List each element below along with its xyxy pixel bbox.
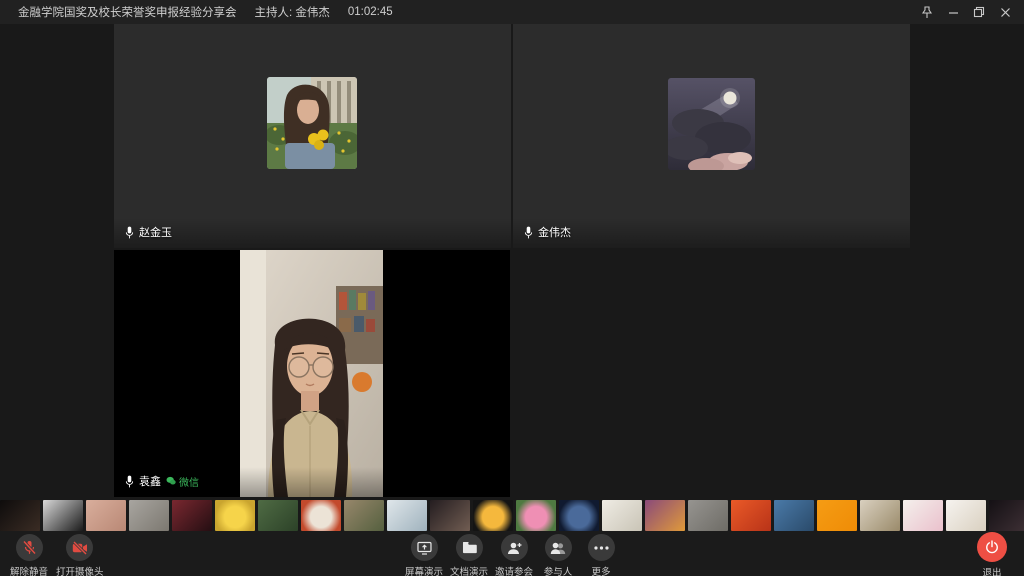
close-icon[interactable] (992, 0, 1018, 24)
participant-thumbnail[interactable] (817, 500, 857, 531)
more-button[interactable]: 更多 (583, 534, 619, 576)
participant-thumbnail[interactable] (989, 500, 1024, 531)
participant-thumbnail[interactable] (860, 500, 900, 531)
open-camera-label: 打开摄像头 (56, 564, 104, 576)
video-tile-zhaojinyu[interactable]: 赵金玉 (114, 24, 511, 248)
camera-video-feed (240, 250, 383, 497)
participant-thumbnail[interactable] (602, 500, 642, 531)
video-tile-yuanxin[interactable]: 袁鑫 微信 (114, 250, 510, 497)
participant-thumbnail[interactable] (172, 500, 212, 531)
minimize-icon[interactable] (940, 0, 966, 24)
participant-thumbnail[interactable] (129, 500, 169, 531)
participant-name: 金伟杰 (538, 224, 571, 240)
wechat-badge: 微信 (166, 474, 199, 489)
participant-thumbnail[interactable] (731, 500, 771, 531)
participant-name: 袁鑫 (139, 473, 161, 489)
participant-thumbnail[interactable] (559, 500, 599, 531)
participant-thumbnail[interactable] (688, 500, 728, 531)
participants-button[interactable]: 参与人 (540, 534, 576, 576)
pin-icon[interactable] (914, 0, 940, 24)
meeting-title: 金融学院国奖及校长荣誉奖申报经验分享会 (18, 4, 237, 20)
bottom-toolbar: 解除静音 打开摄像头 屏幕演示 文档演示 邀请参会 (0, 531, 1024, 576)
participants-icon (550, 541, 566, 555)
participant-thumbnail[interactable] (903, 500, 943, 531)
wechat-icon (166, 476, 176, 486)
elapsed-time: 01:02:45 (348, 6, 393, 18)
tile-bottom-shade (114, 218, 511, 248)
participant-thumbnail[interactable] (430, 500, 470, 531)
participant-thumbnail[interactable] (946, 500, 986, 531)
participants-label: 参与人 (544, 564, 573, 576)
doc-share-icon (461, 541, 476, 554)
meeting-titlebar: 金融学院国奖及校长荣誉奖申报经验分享会 主持人: 金伟杰 01:02:45 (0, 0, 1024, 24)
restore-icon[interactable] (966, 0, 992, 24)
participant-thumbnail[interactable] (43, 500, 83, 531)
mic-icon (125, 226, 134, 239)
participant-thumbnail[interactable] (645, 500, 685, 531)
video-tile-jinweijie[interactable]: 金伟杰 (513, 24, 910, 248)
meeting-actions: 屏幕演示 文档演示 邀请参会 参与人 更多 (405, 534, 619, 576)
participant-thumbnail[interactable] (387, 500, 427, 531)
mic-icon (524, 226, 533, 239)
invite-button[interactable]: 邀请参会 (495, 534, 533, 576)
screen-share-label: 屏幕演示 (405, 564, 443, 576)
window-controls (914, 0, 1018, 24)
participant-thumbnail[interactable] (258, 500, 298, 531)
avatar-image (668, 78, 755, 170)
host-label: 主持人: 金伟杰 (255, 4, 330, 20)
doc-share-button[interactable]: 文档演示 (450, 534, 488, 576)
more-icon (594, 546, 609, 550)
participant-thumbnail[interactable] (86, 500, 126, 531)
invite-label: 邀请参会 (495, 564, 533, 576)
open-camera-button[interactable]: 打开摄像头 (56, 534, 104, 576)
exit-button[interactable]: 退出 (974, 532, 1010, 576)
doc-share-label: 文档演示 (450, 564, 488, 576)
participant-thumbnail[interactable] (516, 500, 556, 531)
mic-icon (125, 475, 134, 488)
participant-name: 赵金玉 (139, 224, 172, 240)
participant-thumbnail[interactable] (344, 500, 384, 531)
unmute-label: 解除静音 (10, 564, 48, 576)
name-tag: 赵金玉 (125, 224, 172, 240)
tile-bottom-shade (513, 218, 910, 248)
participant-thumbnail[interactable] (0, 500, 40, 531)
camera-off-icon (72, 541, 88, 555)
power-icon (985, 540, 999, 554)
participant-thumbnail[interactable] (301, 500, 341, 531)
name-tag: 金伟杰 (524, 224, 571, 240)
participant-thumbnail[interactable] (215, 500, 255, 531)
name-tag: 袁鑫 微信 (125, 473, 199, 489)
participant-thumbnail[interactable] (774, 500, 814, 531)
audio-video-controls: 解除静音 打开摄像头 (10, 534, 104, 576)
exit-group: 退出 (974, 532, 1010, 576)
more-label: 更多 (592, 564, 611, 576)
invite-icon (507, 541, 522, 555)
participant-thumbnail[interactable] (473, 500, 513, 531)
unmute-button[interactable]: 解除静音 (10, 534, 48, 576)
screen-share-button[interactable]: 屏幕演示 (405, 534, 443, 576)
mic-off-icon (22, 540, 37, 555)
screen-share-icon (416, 541, 431, 555)
exit-label: 退出 (982, 565, 1001, 576)
avatar-image (267, 77, 357, 169)
participant-thumbnail-strip (0, 500, 1024, 531)
